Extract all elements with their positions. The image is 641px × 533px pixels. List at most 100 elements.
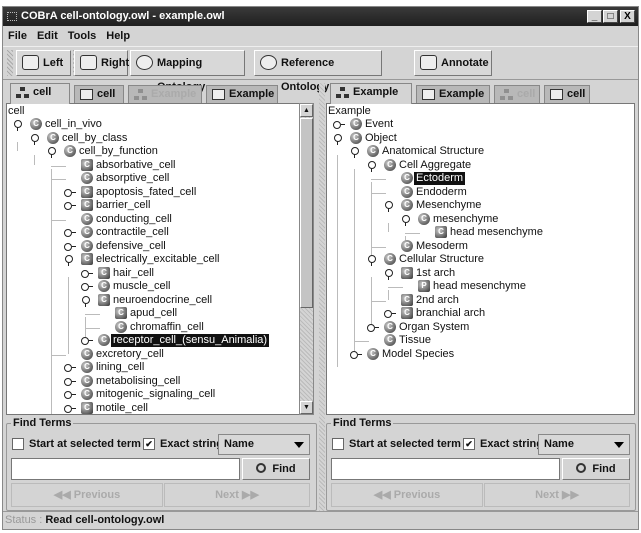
expand-handle-icon[interactable] (64, 404, 76, 413)
tree-node[interactable]: C Model Species (327, 347, 634, 361)
tree-node[interactable]: Capud_cell (7, 307, 299, 320)
tree-node[interactable]: Ccell_in_vivo (7, 118, 299, 131)
checkbox-box[interactable] (12, 438, 24, 450)
collapse-handle-icon[interactable] (30, 133, 40, 145)
node-label[interactable]: neuroendocrine_cell (111, 294, 214, 307)
tree-node[interactable]: C Mesenchyme (327, 199, 634, 212)
next-button[interactable]: Next ▶▶ (484, 483, 630, 507)
tree-node[interactable]: Cmotile_cell (7, 401, 299, 415)
node-label[interactable]: head mesenchyme (448, 226, 545, 239)
collapse-handle-icon[interactable] (350, 147, 360, 158)
collapse-handle-icon[interactable] (81, 295, 91, 307)
tree-node[interactable]: Cmitogenic_signaling_cell (7, 388, 299, 401)
split-pane-divider[interactable] (319, 83, 325, 511)
tree-node[interactable]: Cdefensive_cell (7, 239, 299, 253)
previous-button[interactable]: ◀◀ Previous (11, 483, 163, 507)
find-button[interactable]: Find (242, 458, 310, 480)
vertical-scrollbar[interactable]: ▲ ▼ (299, 103, 314, 415)
node-label[interactable]: excretory_cell (94, 348, 166, 361)
expand-handle-icon[interactable] (64, 363, 76, 372)
tree-node[interactable]: Ccontractile_cell (7, 226, 299, 239)
tab-list-cell[interactable]: cell (74, 85, 124, 103)
expand-handle-icon[interactable] (81, 269, 93, 278)
node-label[interactable]: defensive_cell (94, 240, 168, 253)
node-label[interactable]: Cellular Structure (397, 253, 486, 266)
right-button[interactable]: Right (74, 50, 129, 76)
collapse-handle-icon[interactable] (367, 160, 377, 172)
tree-node[interactable]: Cmuscle_cell (7, 280, 299, 293)
collapse-handle-icon[interactable] (64, 255, 74, 266)
expand-handle-icon[interactable] (350, 350, 362, 359)
tree-node[interactable]: Cmetabolising_cell (7, 374, 299, 388)
collapse-handle-icon[interactable] (401, 214, 411, 226)
tree-node[interactable]: C Tissue (327, 334, 634, 347)
tree-node[interactable]: Cchromaffin_cell (7, 320, 299, 334)
tree-node[interactable]: Phead mesenchyme (327, 280, 634, 293)
checkbox-box[interactable] (332, 438, 344, 450)
expand-handle-icon[interactable] (64, 188, 76, 197)
checkbox-box[interactable]: ✔ (463, 438, 475, 450)
node-label[interactable]: cell_in_vivo (43, 118, 104, 131)
tree-node[interactable]: Cconducting_cell (7, 212, 299, 226)
node-label[interactable]: absorbative_cell (94, 159, 178, 172)
node-label[interactable]: Ectoderm (414, 172, 466, 185)
tab-list-example[interactable]: Example (206, 85, 278, 103)
tab-list-example[interactable]: Example (416, 85, 490, 103)
node-label[interactable]: Object (363, 132, 399, 145)
find-button[interactable]: Find (562, 458, 630, 480)
reference-ontology-button[interactable]: Reference Ontology (254, 50, 382, 93)
tree-node[interactable]: Capoptosis_fated_cell (7, 185, 299, 199)
node-label[interactable]: Mesoderm (414, 240, 470, 253)
node-label[interactable]: apud_cell (128, 307, 179, 320)
collapse-handle-icon[interactable] (384, 201, 394, 212)
tree-node[interactable]: C Organ System (327, 320, 634, 334)
node-label[interactable]: 2nd arch (414, 294, 461, 307)
start-at-selected-checkbox[interactable]: Start at selected term (12, 438, 141, 451)
node-label[interactable]: electrically_excitable_cell (94, 253, 222, 266)
node-label[interactable]: muscle_cell (111, 280, 172, 293)
node-label[interactable]: Tissue (397, 334, 433, 347)
minimize-button[interactable]: _ (587, 10, 602, 23)
tree-node[interactable]: Cbarrier_cell (7, 199, 299, 212)
collapse-handle-icon[interactable] (333, 133, 343, 145)
scroll-down-button[interactable]: ▼ (300, 401, 313, 414)
expand-handle-icon[interactable] (64, 228, 76, 237)
collapse-handle-icon[interactable] (367, 255, 377, 266)
tab-list-cell[interactable]: cell (544, 85, 590, 103)
node-label[interactable]: metabolising_cell (94, 375, 182, 388)
ontology-tree[interactable]: Example C Event C Object C Anatomical Structur… (326, 103, 635, 415)
tree-node[interactable]: C Anatomical Structure (327, 145, 634, 158)
node-label[interactable]: Endoderm (414, 186, 469, 199)
node-label[interactable]: conducting_cell (94, 213, 174, 226)
tree-node[interactable]: C Cellular Structure (327, 253, 634, 266)
tree-node[interactable]: Creceptor_cell_(sensu_Animalia) (7, 334, 299, 347)
tree-node[interactable]: C Event (327, 118, 634, 131)
node-label[interactable]: absorptive_cell (94, 172, 171, 185)
annotate-button[interactable]: Annotate (414, 50, 492, 76)
menu-edit[interactable]: Edit (32, 27, 63, 42)
node-label[interactable]: contractile_cell (94, 226, 171, 239)
node-label[interactable]: mesenchyme (431, 213, 500, 226)
exact-string-checkbox[interactable]: ✔ Exact string (143, 438, 223, 451)
node-label[interactable]: head mesenchyme (431, 280, 528, 293)
menu-help[interactable]: Help (101, 27, 135, 42)
tree-node[interactable]: Clining_cell (7, 361, 299, 374)
scroll-up-button[interactable]: ▲ (300, 104, 313, 117)
collapse-handle-icon[interactable] (47, 147, 57, 158)
tab-tree-cell[interactable]: cell (10, 83, 70, 104)
expand-handle-icon[interactable] (81, 336, 93, 345)
node-label[interactable]: branchial arch (414, 307, 487, 320)
node-label[interactable]: chromaffin_cell (128, 321, 206, 334)
search-field-select[interactable]: Name (218, 434, 310, 455)
expand-handle-icon[interactable] (367, 323, 379, 332)
node-label[interactable]: Anatomical Structure (380, 145, 486, 158)
node-label[interactable]: motile_cell (94, 402, 150, 415)
tree-node[interactable]: Cmesenchyme (327, 212, 634, 226)
toolbar-grip[interactable] (7, 50, 13, 76)
expand-handle-icon[interactable] (64, 242, 76, 251)
tree-node[interactable]: C Ectoderm (327, 172, 634, 185)
node-label[interactable]: lining_cell (94, 361, 146, 374)
tree-node[interactable]: Cexcretory_cell (7, 347, 299, 361)
node-label[interactable]: hair_cell (111, 267, 156, 280)
exact-string-checkbox[interactable]: ✔ Exact string (463, 438, 543, 451)
